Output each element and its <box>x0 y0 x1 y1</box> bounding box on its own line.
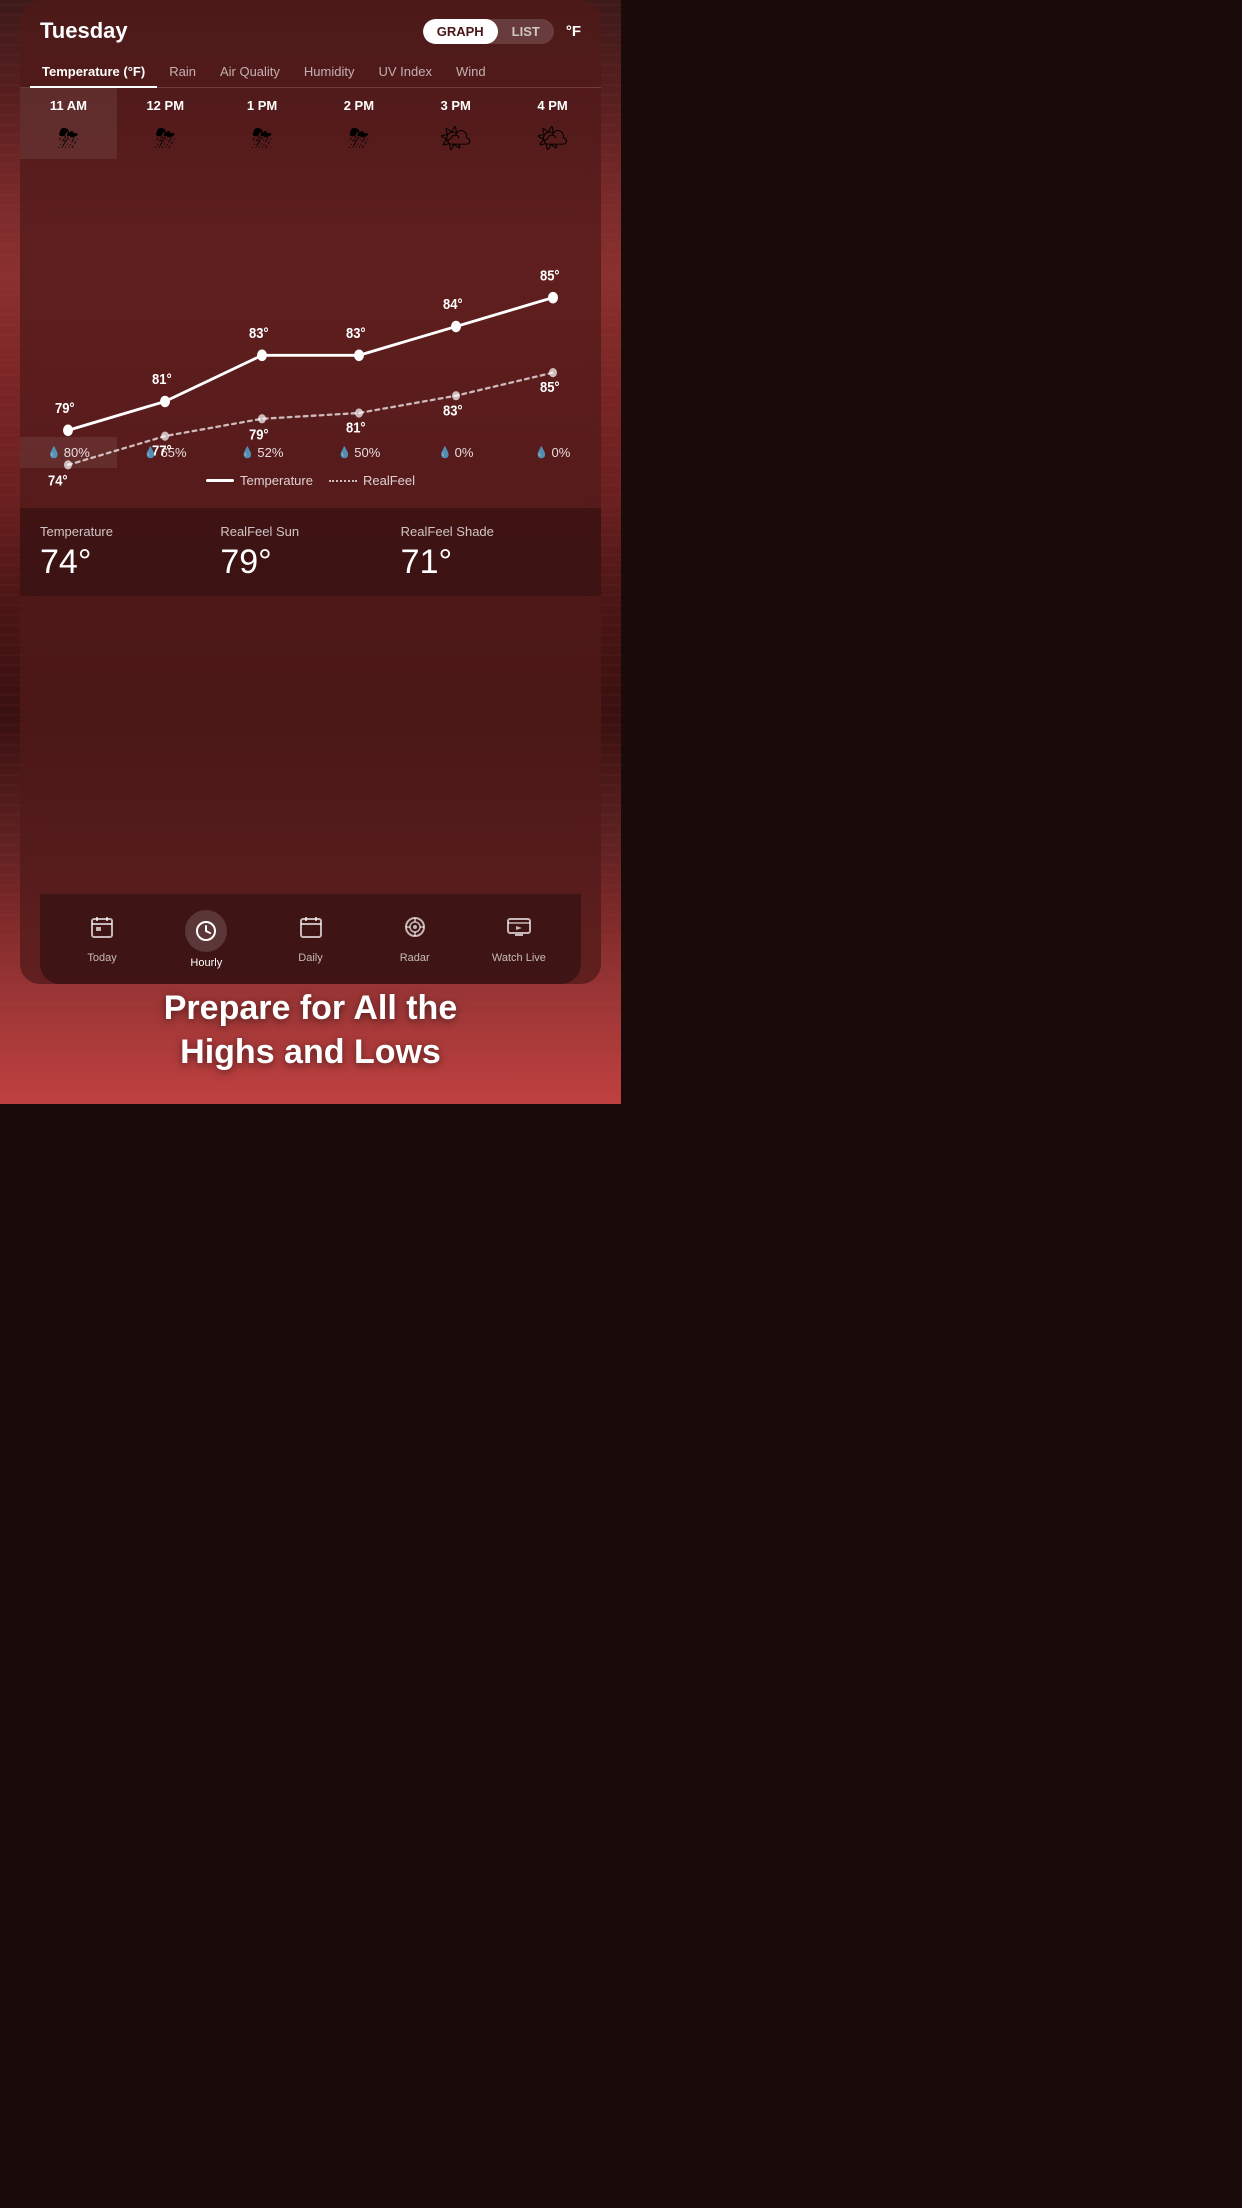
precip-value-4: 💧 0% <box>438 445 474 460</box>
precip-value-5: 💧 0% <box>535 445 571 460</box>
stat-temperature-label: Temperature <box>40 524 220 539</box>
svg-text:83°: 83° <box>249 324 269 341</box>
svg-text:83°: 83° <box>346 324 366 341</box>
hour-label-3: 2 PM <box>344 98 374 113</box>
today-icon <box>89 914 115 947</box>
precip-value-3: 💧 50% <box>338 445 381 460</box>
stat-realfeel-shade-value: 71° <box>401 543 581 582</box>
graph-toggle-btn[interactable]: GRAPH <box>423 19 498 44</box>
legend-dotted-line <box>329 480 357 482</box>
stat-realfeel-sun: RealFeel Sun 79° <box>220 524 400 582</box>
nav-daily[interactable]: Daily <box>258 914 362 964</box>
weather-icon-4: 🌤 <box>439 123 472 154</box>
app-card: Tuesday GRAPH LIST °F Temperature (°F) R… <box>20 0 601 984</box>
hourly-icon-circle <box>185 910 227 952</box>
precip-value-0: 💧 80% <box>47 445 90 460</box>
drop-icon-0: 💧 <box>47 446 61 459</box>
precip-col-2: 💧 52% <box>214 437 311 468</box>
nav-hourly[interactable]: Hourly <box>154 910 258 969</box>
view-toggle[interactable]: GRAPH LIST <box>423 19 554 44</box>
stat-realfeel-sun-label: RealFeel Sun <box>220 524 400 539</box>
weather-icon-1: ⛈ <box>155 123 176 155</box>
svg-text:85°: 85° <box>540 378 560 395</box>
svg-text:81°: 81° <box>346 419 366 436</box>
hour-label-1: 12 PM <box>146 98 184 113</box>
header: Tuesday GRAPH LIST °F <box>20 0 601 56</box>
drop-icon-3: 💧 <box>338 446 352 459</box>
tab-temperature[interactable]: Temperature (°F) <box>30 56 157 87</box>
svg-text:81°: 81° <box>152 370 172 387</box>
hour-col-2: 1 PM ⛈ <box>214 88 311 159</box>
svg-text:83°: 83° <box>443 401 463 418</box>
nav-watch-live-label: Watch Live <box>492 952 546 964</box>
legend-row: Temperature RealFeel <box>20 465 601 500</box>
tab-wind[interactable]: Wind <box>444 56 498 87</box>
stats-section: Temperature 74° RealFeel Sun 79° RealFee… <box>20 508 601 596</box>
precip-col-3: 💧 50% <box>310 437 407 468</box>
hour-col-1: 12 PM ⛈ <box>117 88 214 159</box>
weather-icon-0: ⛈ <box>58 123 79 155</box>
hour-col-5: 4 PM 🌤 <box>504 88 601 159</box>
drop-icon-5: 💧 <box>535 446 549 459</box>
precip-col-0: 💧 80% <box>20 437 117 468</box>
tab-humidity[interactable]: Humidity <box>292 56 367 87</box>
hour-col-0: 11 AM ⛈ <box>20 88 117 159</box>
radar-icon <box>402 914 428 947</box>
tab-air-quality[interactable]: Air Quality <box>208 56 292 87</box>
tab-uv-index[interactable]: UV Index <box>367 56 444 87</box>
header-controls: GRAPH LIST °F <box>423 19 581 44</box>
nav-today[interactable]: Today <box>50 914 154 964</box>
hour-label-4: 3 PM <box>441 98 471 113</box>
chart-area: 11 AM ⛈ 12 PM ⛈ 1 PM ⛈ 2 PM ⛈ 3 PM 🌤 <box>20 88 601 508</box>
legend-solid-line <box>206 479 234 482</box>
nav-radar-label: Radar <box>400 952 430 964</box>
precip-value-2: 💧 52% <box>241 445 284 460</box>
list-toggle-btn[interactable]: LIST <box>498 19 554 44</box>
hours-row: 11 AM ⛈ 12 PM ⛈ 1 PM ⛈ 2 PM ⛈ 3 PM 🌤 <box>20 88 601 159</box>
nav-watch-live[interactable]: Watch Live <box>467 914 571 964</box>
watch-live-icon <box>506 914 532 947</box>
hour-label-0: 11 AM <box>50 98 87 113</box>
stat-realfeel-shade-label: RealFeel Shade <box>401 524 581 539</box>
svg-text:84°: 84° <box>443 295 463 312</box>
legend-temperature: Temperature <box>206 473 313 488</box>
daily-icon <box>298 914 324 947</box>
drop-icon-2: 💧 <box>241 446 255 459</box>
precip-row: 💧 80% 💧 65% 💧 52% <box>20 437 601 468</box>
weather-icon-2: ⛈ <box>252 123 273 155</box>
precip-value-1: 💧 65% <box>144 445 187 460</box>
legend-realfeel: RealFeel <box>329 473 415 488</box>
hour-label-2: 1 PM <box>247 98 277 113</box>
page-title: Tuesday <box>40 18 128 44</box>
nav-radar[interactable]: Radar <box>363 914 467 964</box>
stat-realfeel-sun-value: 79° <box>220 543 400 582</box>
precip-col-5: 💧 0% <box>504 437 601 468</box>
svg-text:79°: 79° <box>55 399 75 416</box>
stat-temperature-value: 74° <box>40 543 220 582</box>
nav-today-label: Today <box>87 952 116 964</box>
hour-label-5: 4 PM <box>537 98 567 113</box>
weather-icon-5: 🌤 <box>536 123 569 154</box>
hour-col-3: 2 PM ⛈ <box>310 88 407 159</box>
nav-daily-label: Daily <box>298 952 322 964</box>
precip-col-1: 💧 65% <box>117 437 214 468</box>
weather-icon-3: ⛈ <box>348 123 369 155</box>
drop-icon-1: 💧 <box>144 446 158 459</box>
stat-realfeel-shade: RealFeel Shade 71° <box>401 524 581 582</box>
background: Tuesday GRAPH LIST °F Temperature (°F) R… <box>0 0 621 1104</box>
svg-text:85°: 85° <box>540 266 560 283</box>
drop-icon-4: 💧 <box>438 446 452 459</box>
bottom-nav: Today Hourly <box>40 894 581 984</box>
precip-col-4: 💧 0% <box>407 437 504 468</box>
tab-rain[interactable]: Rain <box>157 56 208 87</box>
tagline: Prepare for All the Highs and Lows <box>0 986 621 1074</box>
nav-hourly-label: Hourly <box>190 957 222 969</box>
unit-label: °F <box>566 23 581 40</box>
stat-temperature: Temperature 74° <box>40 524 220 582</box>
tab-bar: Temperature (°F) Rain Air Quality Humidi… <box>20 56 601 88</box>
hour-col-4: 3 PM 🌤 <box>407 88 504 159</box>
